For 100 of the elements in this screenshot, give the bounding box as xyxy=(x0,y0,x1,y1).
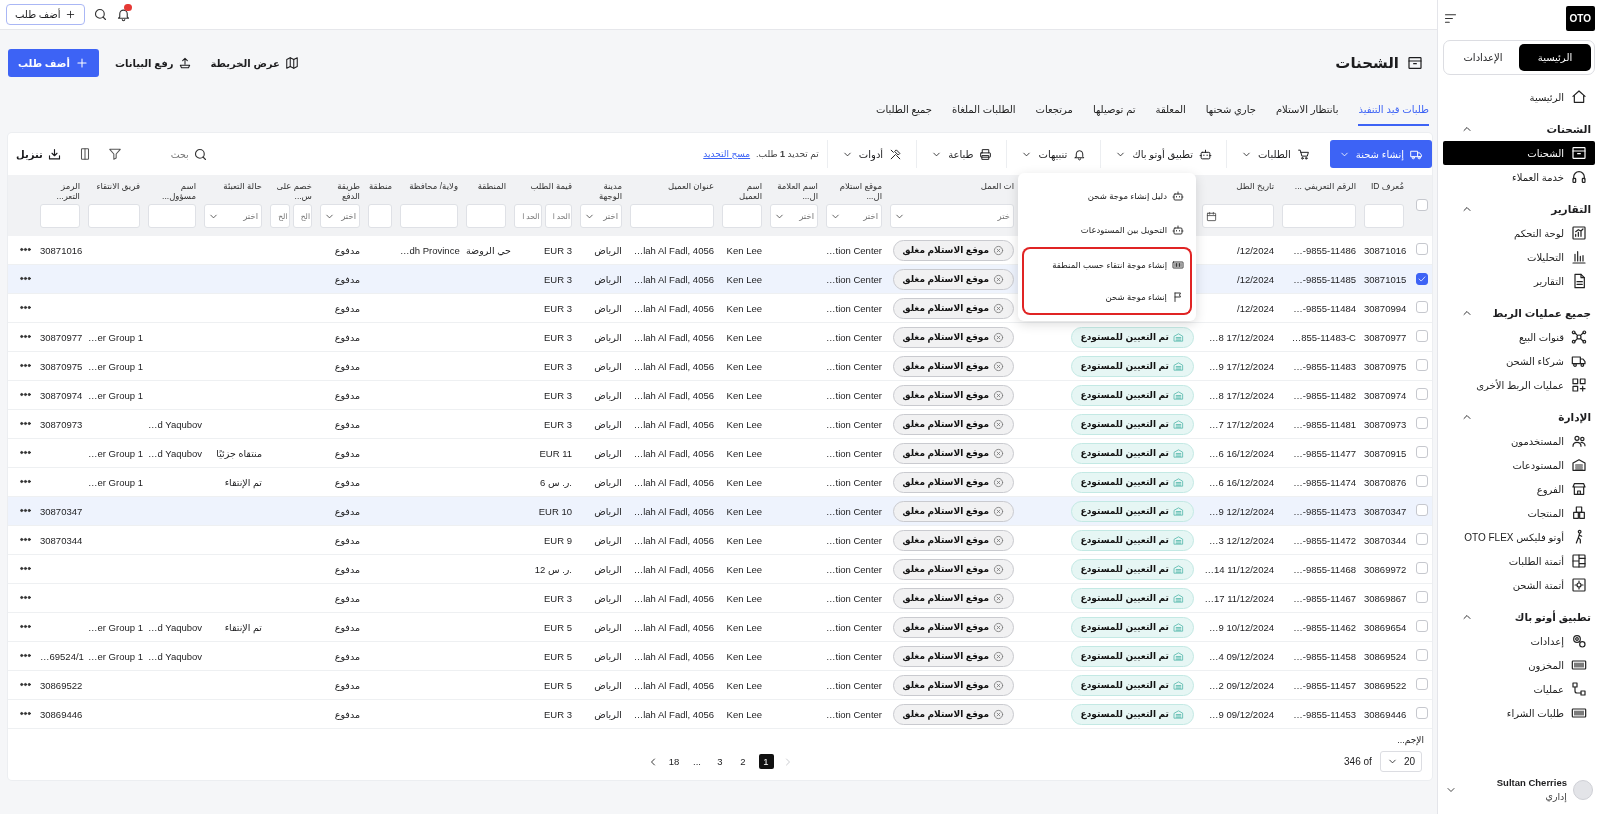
row-checkbox[interactable] xyxy=(1416,533,1428,545)
warehouse-icon xyxy=(1173,679,1184,691)
sidebar-item[interactable]: المخزون xyxy=(1443,653,1595,677)
sidebar-item[interactable]: الفروع xyxy=(1443,477,1595,501)
row-checkbox[interactable] xyxy=(1416,620,1428,632)
sidebar-item[interactable]: أوتو فليكس OTO FLEX xyxy=(1443,525,1595,549)
menu-item[interactable]: إنشاء موجة شحن xyxy=(1022,281,1192,315)
sidebar-item[interactable]: التقارير xyxy=(1443,269,1595,293)
tab[interactable]: الطلبات الملغاة xyxy=(951,96,1016,126)
table-cell: EUR 11 xyxy=(510,438,576,468)
row-checkbox[interactable] xyxy=(1416,504,1428,516)
tab[interactable]: مرتجعات xyxy=(1035,96,1073,126)
filter-field[interactable] xyxy=(1282,204,1356,228)
tab[interactable]: تم توصيلها xyxy=(1092,96,1136,126)
row-checkbox[interactable] xyxy=(1416,591,1428,603)
page-button[interactable]: ... xyxy=(689,754,705,769)
search-field[interactable]: بحث xyxy=(136,147,191,161)
add-order-button[interactable]: أضف طلب xyxy=(6,4,85,25)
row-checkbox[interactable] xyxy=(1416,330,1428,342)
page-action-button[interactable]: رفع البيانات xyxy=(112,50,195,76)
logo[interactable]: OTO xyxy=(1565,5,1595,31)
filter-field[interactable] xyxy=(1364,204,1404,228)
filter-field[interactable] xyxy=(722,204,762,228)
tab[interactable]: جميع الطلبات xyxy=(876,96,932,126)
sidebar-tab[interactable]: الرئيسية xyxy=(1519,44,1591,71)
tab[interactable]: بانتظار الاستلام xyxy=(1275,96,1339,126)
sidebar-item[interactable]: الرئيسية xyxy=(1443,85,1595,109)
toolbar-button[interactable]: إنشاء شحنة xyxy=(1329,140,1432,168)
sidebar-item[interactable]: عمليات الربط الأخرى xyxy=(1443,373,1595,397)
filter-select[interactable]: اختر xyxy=(826,204,882,228)
filter-button[interactable] xyxy=(107,147,122,161)
page-button[interactable]: 2 xyxy=(735,754,751,769)
filter-field[interactable] xyxy=(148,204,196,228)
page-button[interactable]: 18 xyxy=(666,754,682,769)
toolbar-button[interactable]: طباعة xyxy=(916,140,1007,168)
sidebar-section[interactable]: التقارير xyxy=(1443,197,1595,221)
sidebar-item[interactable]: المستودعات xyxy=(1443,453,1595,477)
date-filter-field[interactable] xyxy=(1202,204,1274,228)
row-checkbox[interactable] xyxy=(1416,272,1428,285)
sidebar-item[interactable]: شركاء الشحن xyxy=(1443,349,1595,373)
sidebar-item[interactable]: المنتجات xyxy=(1443,501,1595,525)
filter-field[interactable] xyxy=(40,204,80,228)
sidebar-section[interactable]: الشحنات xyxy=(1443,117,1595,141)
sidebar-item[interactable]: أتمتة الطلبات xyxy=(1443,549,1595,573)
filter-select[interactable]: اختر xyxy=(320,204,360,228)
sidebar-tab[interactable]: الإعدادات xyxy=(1447,44,1519,71)
row-checkbox[interactable] xyxy=(1416,417,1428,429)
select-all-checkbox[interactable] xyxy=(1416,198,1428,211)
sidebar-item[interactable]: إعدادات xyxy=(1443,629,1595,653)
menu-item[interactable]: دليل إنشاء موجة شحن xyxy=(1022,179,1192,213)
page-button[interactable]: 1 xyxy=(758,754,774,769)
search-button[interactable] xyxy=(92,7,108,22)
row-checkbox[interactable] xyxy=(1416,301,1428,313)
sidebar-item[interactable]: لوحة التحكم xyxy=(1443,221,1595,245)
sidebar-section[interactable]: تطبيق أوتو باك xyxy=(1443,605,1595,629)
row-checkbox[interactable] xyxy=(1416,359,1428,371)
row-checkbox[interactable] xyxy=(1416,678,1428,690)
filter-select[interactable]: ختر xyxy=(890,204,1014,228)
tab[interactable]: جاري شحنها xyxy=(1205,96,1256,126)
filter-field[interactable] xyxy=(400,204,458,228)
download-button[interactable]: تنزيل xyxy=(16,146,62,162)
page-size-select[interactable]: 20 xyxy=(1379,751,1422,772)
tab[interactable]: طلبات قيد التنفيذ xyxy=(1358,96,1429,126)
sidebar-item[interactable]: التحليلات xyxy=(1443,245,1595,269)
sidebar-item[interactable]: الشحنات xyxy=(1443,141,1595,165)
filter-select[interactable]: اختر xyxy=(204,204,262,228)
sidebar-section[interactable]: الإدارة xyxy=(1443,405,1595,429)
page-action-button[interactable]: عرض الخريطة xyxy=(208,50,301,76)
sidebar-item[interactable]: عمليات xyxy=(1443,677,1595,701)
sidebar-item[interactable]: طلبات الشراء xyxy=(1443,701,1595,725)
row-checkbox[interactable] xyxy=(1416,649,1428,661)
toolbar-button[interactable]: أدوات xyxy=(826,140,917,168)
page-action-button[interactable]: أضف طلب xyxy=(8,49,99,77)
row-checkbox[interactable] xyxy=(1416,707,1428,719)
row-checkbox[interactable] xyxy=(1416,446,1428,458)
filter-field[interactable] xyxy=(630,204,714,228)
menu-item[interactable]: التحويل بين المستودعات xyxy=(1022,213,1192,247)
page-button[interactable]: 3 xyxy=(712,754,728,769)
tab[interactable]: المعلقة xyxy=(1155,96,1186,126)
filter-field[interactable] xyxy=(368,204,392,228)
filter-select[interactable]: اختر xyxy=(770,204,818,228)
filter-field[interactable] xyxy=(88,204,140,228)
row-checkbox[interactable] xyxy=(1416,562,1428,574)
menu-item[interactable]: إنشاء موجة انتقاء حسب المنطقة xyxy=(1022,247,1192,281)
toolbar-button[interactable]: الطلبات xyxy=(1225,140,1324,168)
row-checkbox[interactable] xyxy=(1416,475,1428,487)
notifications-button[interactable] xyxy=(115,7,131,22)
sidebar-item[interactable]: أتمتة الشحن xyxy=(1443,573,1595,597)
row-checkbox[interactable] xyxy=(1416,388,1428,400)
sidebar-section[interactable]: جميع عمليات الربط xyxy=(1443,301,1595,325)
table-cell: …lah Al Fadl, 4056 xyxy=(626,438,718,468)
filter-select[interactable]: اختر xyxy=(580,204,622,228)
sidebar-item[interactable]: خدمة العملاء xyxy=(1443,165,1595,189)
filter-field[interactable] xyxy=(466,204,506,228)
clear-selection-link[interactable]: مسح التحديد xyxy=(703,149,751,159)
toolbar-button[interactable]: تطبيق أوتو باك xyxy=(1100,140,1226,168)
sidebar-item[interactable]: المستخدمون xyxy=(1443,429,1595,453)
toolbar-button[interactable]: تنبيهات xyxy=(1006,140,1101,168)
row-checkbox[interactable] xyxy=(1416,243,1428,255)
sidebar-item[interactable]: قنوات البيع xyxy=(1443,325,1595,349)
